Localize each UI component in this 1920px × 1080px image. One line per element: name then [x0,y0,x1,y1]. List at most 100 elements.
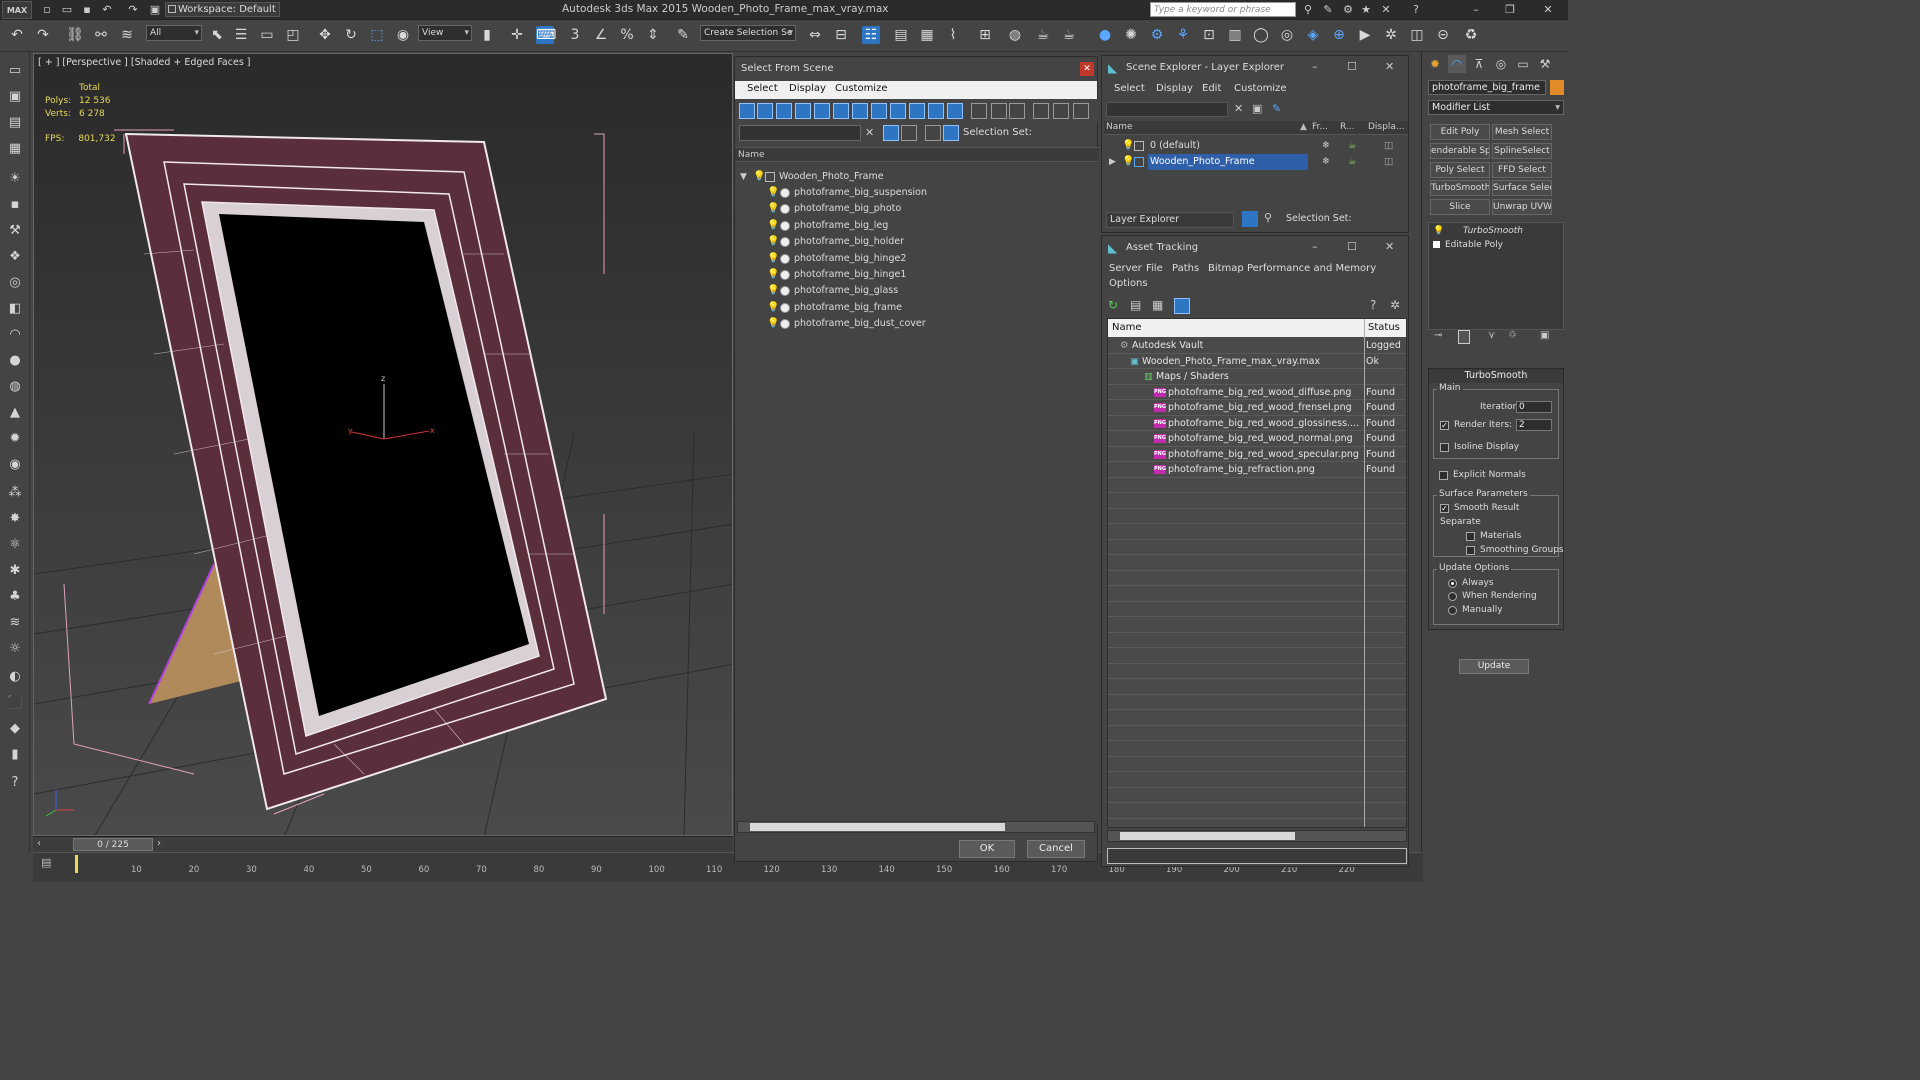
utilities-tab-icon[interactable]: ⚒ [1536,55,1554,73]
se-layer-row-selected[interactable]: ▶ 💡 Wooden_Photo_Frame ❄ ☕ ◫ [1104,154,1408,170]
display-spacewarps-icon[interactable] [833,103,849,119]
app-menu-button[interactable]: MAX [2,1,32,19]
configure-modifier-sets-icon[interactable]: ▣ [1540,330,1549,341]
time-slider[interactable]: 0 / 225 [73,838,153,851]
favorites-icon[interactable]: ★ [1358,2,1374,18]
viewport-label[interactable]: [ + ] [Perspective ] [Shaded + Edged Fac… [38,57,251,68]
display-box-icon[interactable]: ◫ [1384,154,1393,170]
help-search-input[interactable]: Type a keyword or phrase [1150,2,1296,17]
restore-window-icon[interactable]: ❐ [1502,2,1518,18]
display-lights-icon[interactable] [776,103,792,119]
at-menu-server[interactable]: Server [1109,263,1142,274]
asset-row[interactable]: PNG photoframe_big_red_wood_frensel.png Fo… [1108,400,1406,416]
display-containers-icon[interactable] [909,103,925,119]
sfs-menu-customize[interactable]: Customize [835,83,888,94]
at-help-icon[interactable]: ? [1370,298,1376,312]
collapse-arrow-icon[interactable]: ▼ [740,169,747,185]
undo-quick-icon[interactable]: ↶ [100,3,114,17]
iterations-spinner[interactable]: 0 [1516,401,1552,413]
compound-icon[interactable]: ⚛ [6,536,24,554]
at-settings-icon[interactable]: ✲ [1390,298,1400,312]
geosphere-icon[interactable]: ◍ [6,378,24,396]
hierarchy-tab-icon[interactable]: ⊼ [1470,55,1488,73]
bulb-icon[interactable]: 💡 [767,236,779,247]
manually-radio[interactable] [1448,606,1457,615]
schematic-view-icon[interactable]: ⊞ [976,26,994,44]
motion-icon[interactable]: ◎ [6,274,24,292]
modifier-button[interactable]: Surface Select [1492,180,1552,197]
se-menu-customize[interactable]: Customize [1234,83,1287,94]
vray-render-icon[interactable]: ⊕ [1330,26,1348,44]
spinner-snap-icon[interactable]: ⇕ [644,26,662,44]
material-editor-icon[interactable]: ◍ [1006,26,1024,44]
place-icon[interactable]: ◉ [394,26,412,44]
modifier-button[interactable]: FFD Select [1492,161,1552,178]
filter-icon[interactable] [1033,103,1049,119]
shape-icon[interactable]: ◠ [6,326,24,344]
cancel-button[interactable]: Cancel [1027,840,1085,858]
render-iters-spinner[interactable]: 2 [1516,419,1552,431]
time-next-icon[interactable]: › [157,838,161,849]
angle-snap-icon[interactable]: ∠ [592,26,610,44]
create-tab-icon[interactable]: ✹ [1426,55,1444,73]
vray-sphere-icon[interactable]: ◯ [1252,26,1270,44]
tree-object-row[interactable]: 💡 photoframe_big_suspension [735,185,1097,201]
modifier-button[interactable]: Poly Select [1430,161,1490,178]
bind-space-warp-icon[interactable]: ≋ [118,26,136,44]
bulb-icon[interactable]: 💡 [753,171,765,182]
window-crossing-icon[interactable]: ◰ [284,26,302,44]
graphite-tools-icon[interactable]: ▦ [918,26,936,44]
render-teapot-icon[interactable]: ☕ [1348,138,1357,154]
modify-tab-icon[interactable]: ◠ [1448,55,1466,73]
se-col-display[interactable]: Displa... [1368,121,1404,134]
at-menu-bitmap[interactable]: Bitmap Performance and Memory [1208,263,1376,274]
asset-row[interactable]: PNG photoframe_big_red_wood_diffuse.png Fo… [1108,385,1406,400]
time-prev-icon[interactable]: ‹ [37,838,41,849]
create-light-icon[interactable]: ☀ [6,170,24,188]
display-icon[interactable]: ◧ [6,300,24,318]
tools-icon[interactable]: ✎ [1320,2,1336,18]
at-menu-file[interactable]: File [1146,263,1163,274]
tree-object-row[interactable]: 💡 photoframe_big_holder [735,234,1097,250]
perspective-viewport[interactable]: z x y [ + ] [Perspective ] [Shaded + Edg… [33,53,733,836]
display-bones-icon[interactable] [890,103,906,119]
list-view-icon[interactable]: ▤ [1130,298,1141,312]
vray-settings-icon[interactable]: ✲ [1382,26,1400,44]
at-close-icon[interactable]: ✕ [1385,240,1394,253]
close-dialog-icon[interactable]: ✕ [1080,62,1094,76]
sfs-menu-select[interactable]: Select [747,83,778,94]
at-minimize-icon[interactable]: – [1312,240,1318,253]
sfs-column-name[interactable]: Name [735,147,1099,162]
tree-root-row[interactable]: ▼ 💡 Wooden_Photo_Frame [735,169,1097,185]
percent-snap-icon[interactable]: % [618,26,636,44]
display-groups-icon[interactable] [852,103,868,119]
asset-row[interactable]: ▥ Maps / Shaders [1108,369,1406,385]
vray-light-icon[interactable]: ● [1096,26,1114,44]
at-menu-paths[interactable]: Paths [1172,263,1199,274]
hierarchy-icon[interactable]: ❖ [6,248,24,266]
sphere-icon[interactable]: ● [6,352,24,370]
bulb-icon[interactable]: 💡 [767,302,779,313]
redo-quick-icon[interactable]: ↷ [126,3,140,17]
display-frozen-icon[interactable] [928,103,944,119]
bulb-icon[interactable]: 💡 [767,318,779,329]
when-rendering-radio[interactable] [1448,592,1457,601]
se-minimize-icon[interactable]: – [1312,60,1318,73]
asset-row[interactable]: PNG photoframe_big_red_wood_glossiness...… [1108,416,1406,431]
object-name-field[interactable]: photoframe_big_frame [1428,80,1546,95]
select-by-name-icon[interactable]: ☰ [232,26,250,44]
stack-item-editable-poly[interactable]: Editable Poly [1429,238,1563,252]
ok-button[interactable]: OK [959,840,1015,858]
materials-checkbox[interactable] [1466,532,1475,541]
tree-object-row[interactable]: 💡 photoframe_big_hinge2 [735,251,1097,267]
project-folder-icon[interactable]: ▣ [148,3,162,17]
time-cursor[interactable] [75,855,78,873]
sfs-horizontal-scrollbar[interactable] [737,821,1095,833]
tree-object-row[interactable]: 💡 photoframe_big_dust_cover [735,316,1097,332]
se-clear-icon[interactable]: ✕ [1234,102,1243,115]
se-col-renderable[interactable]: R... [1340,121,1355,134]
se-col-name[interactable]: Name [1106,121,1133,134]
move-icon[interactable]: ✥ [316,26,334,44]
render-teapot-icon[interactable]: ☕ [1348,154,1357,170]
se-layer-row[interactable]: 💡 0 (default) ❄ ☕ ◫ [1104,138,1408,154]
